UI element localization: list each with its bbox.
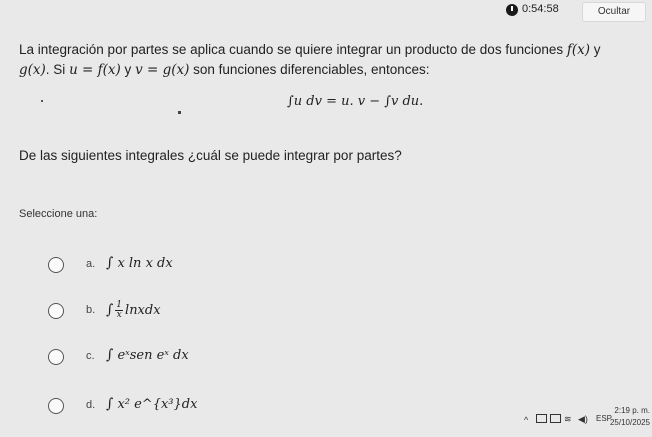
radio-button[interactable]	[48, 257, 64, 273]
option-expression: ∫ x ln x dx	[106, 255, 173, 271]
intro-text-2: . Si	[45, 62, 70, 77]
v-definition: v = g(x)	[135, 62, 190, 78]
option-d-expr: x² e^{x³}dx	[117, 397, 198, 412]
app-tray-icon[interactable]	[536, 414, 547, 425]
intro-y: y	[590, 42, 601, 57]
clock-date[interactable]: 25/10/2025	[610, 418, 650, 427]
radio-button[interactable]	[48, 398, 64, 414]
option-b[interactable]: b. ∫ 1 x lnxdx	[42, 298, 342, 322]
radio-button[interactable]	[48, 349, 64, 365]
integral-sign: ∫	[106, 302, 114, 318]
option-letter: c.	[86, 350, 95, 362]
top-bar: 0:54:58 Ocultar	[492, 0, 652, 22]
option-a-expr: x ln x dx	[117, 256, 173, 271]
intro-text-3: son funciones diferenciables, entonces:	[189, 62, 430, 77]
intro-text-1: La integración por partes se aplica cuan…	[19, 42, 567, 57]
integral-sign: ∫	[106, 396, 114, 412]
option-expression: ∫ 1 x lnxdx	[106, 301, 161, 320]
option-letter: d.	[86, 399, 96, 411]
option-c[interactable]: c. ∫ eˣsen eˣ dx	[42, 344, 342, 368]
option-c-expr: eˣsen eˣ dx	[117, 348, 189, 363]
stray-dot	[41, 100, 43, 102]
select-prompt: Seleccione una:	[19, 208, 98, 220]
integration-by-parts-formula: ∫u dv = u. v − ∫v du.	[287, 94, 424, 109]
option-expression: ∫ eˣsen eˣ dx	[106, 347, 189, 363]
option-letter: b.	[86, 304, 96, 316]
system-tray: ^ ≋ ◀) ESP 2:19 p. m. 25/10/2025	[522, 397, 652, 437]
option-a[interactable]: a. ∫ x ln x dx	[42, 252, 342, 276]
chevron-up-icon[interactable]: ^	[524, 415, 528, 425]
fraction: 1x	[115, 300, 124, 320]
stray-dot	[178, 111, 181, 114]
volume-icon[interactable]: ◀)	[578, 414, 588, 425]
battery-icon[interactable]	[550, 414, 561, 425]
intro-y2: y	[120, 62, 136, 77]
option-b-expr: lnxdx	[125, 303, 161, 318]
clock-time[interactable]: 2:19 p. m.	[614, 406, 650, 415]
integral-sign: ∫	[106, 347, 114, 363]
u-definition: u = f(x)	[69, 62, 121, 78]
wifi-icon[interactable]: ≋	[564, 414, 572, 425]
radio-button[interactable]	[48, 303, 64, 319]
hide-timer-button[interactable]: Ocultar	[582, 2, 646, 22]
question-intro: La integración por partes se aplica cuan…	[19, 40, 649, 80]
option-letter: a.	[86, 258, 96, 270]
question-text: De las siguientes integrales ¿cuál se pu…	[19, 148, 402, 163]
option-d[interactable]: d. ∫ x² e^{x³}dx	[42, 393, 342, 417]
f-of-x: f(x)	[566, 42, 591, 58]
timer: 0:54:58	[522, 3, 559, 15]
g-of-x: g(x)	[19, 62, 46, 78]
integral-sign: ∫	[106, 255, 114, 271]
option-expression: ∫ x² e^{x³}dx	[106, 396, 197, 412]
clock-icon	[506, 4, 518, 16]
